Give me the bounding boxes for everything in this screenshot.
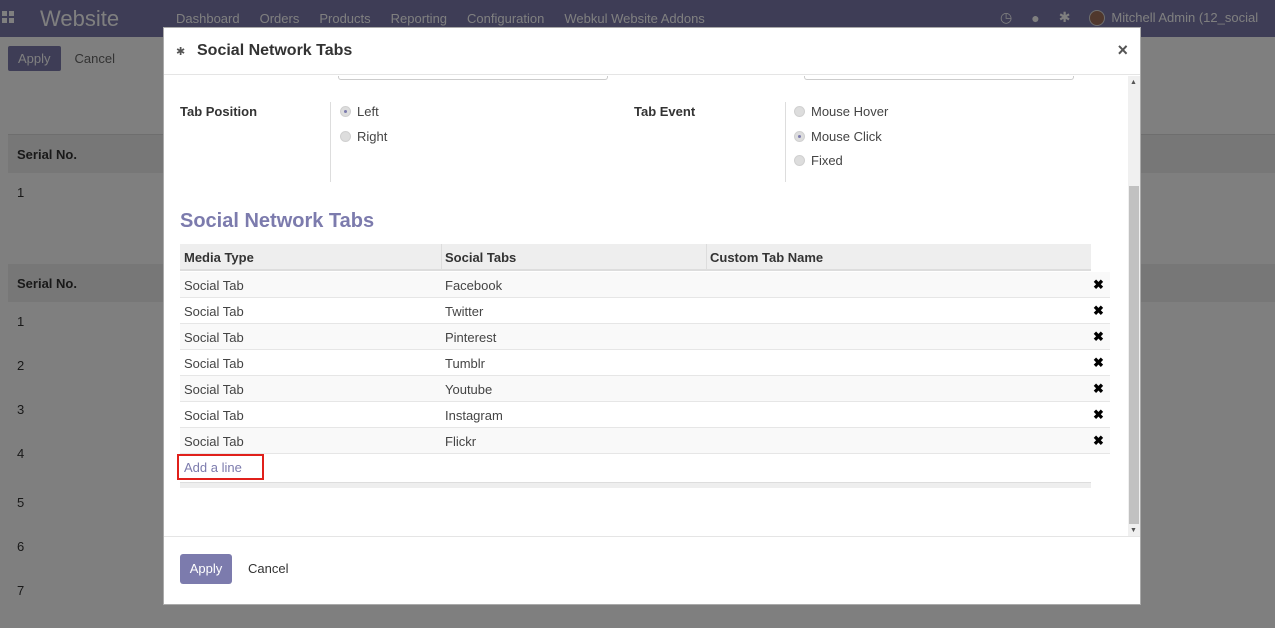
- radio-fixed-label: Fixed: [811, 153, 843, 168]
- bug-icon: ✱: [176, 46, 186, 58]
- delete-row-icon[interactable]: ✖: [1093, 303, 1104, 319]
- tab-event-mouse-hover-option[interactable]: Mouse Hover: [794, 104, 888, 119]
- column-divider: [706, 244, 707, 271]
- table-row[interactable]: Social Tab Tumblr ✖: [180, 350, 1110, 376]
- column-header-social-tabs[interactable]: Social Tabs: [445, 250, 516, 265]
- social-tab-cell: Twitter: [445, 304, 484, 319]
- delete-row-icon[interactable]: ✖: [1093, 433, 1104, 449]
- media-type-cell: Social Tab: [184, 304, 244, 319]
- radio-left[interactable]: [340, 106, 351, 117]
- radio-left-label: Left: [357, 104, 379, 119]
- input-field-bottom[interactable]: [338, 76, 608, 80]
- tab-position-label: Tab Position: [180, 104, 258, 119]
- input-field-bottom[interactable]: [804, 76, 1074, 80]
- column-header-media-type[interactable]: Media Type: [184, 250, 254, 265]
- social-tab-cell: Flickr: [445, 434, 477, 449]
- tab-position-left-option[interactable]: Left: [340, 104, 379, 119]
- table-row[interactable]: Social Tab Youtube ✖: [180, 376, 1110, 402]
- add-line-row: Add a line: [177, 454, 1110, 480]
- dialog-title: Social Network Tabs: [197, 42, 353, 59]
- field-divider: [330, 102, 331, 182]
- social-tab-cell: Instagram: [445, 408, 503, 423]
- section-title: Social Network Tabs: [180, 210, 375, 232]
- tab-event-label: Tab Event: [634, 104, 696, 119]
- radio-mouse-click-label: Mouse Click: [811, 129, 882, 144]
- table-footer: [180, 482, 1091, 488]
- delete-row-icon[interactable]: ✖: [1093, 381, 1104, 397]
- table-header: Media Type Social Tabs Custom Tab Name: [180, 244, 1091, 271]
- add-line-link[interactable]: Add a line: [177, 454, 264, 480]
- table-row[interactable]: Social Tab Instagram ✖: [180, 402, 1110, 428]
- radio-fixed[interactable]: [794, 155, 805, 166]
- field-divider: [785, 102, 786, 182]
- table-row[interactable]: Social Tab Pinterest ✖: [180, 324, 1110, 350]
- apply-button[interactable]: Apply: [180, 554, 232, 584]
- media-type-cell: Social Tab: [184, 356, 244, 371]
- social-tab-cell: Tumblr: [445, 356, 485, 371]
- delete-row-icon[interactable]: ✖: [1093, 329, 1104, 345]
- table-row[interactable]: Social Tab Twitter ✖: [180, 298, 1110, 324]
- delete-row-icon[interactable]: ✖: [1093, 407, 1104, 423]
- radio-right[interactable]: [340, 131, 351, 142]
- close-icon[interactable]: ×: [1117, 40, 1128, 61]
- social-tab-cell: Facebook: [445, 278, 503, 293]
- dialog-footer: Apply Cancel: [164, 536, 1140, 605]
- radio-mouse-hover-label: Mouse Hover: [811, 104, 889, 119]
- scroll-thumb[interactable]: [1129, 186, 1139, 524]
- media-type-cell: Social Tab: [184, 278, 244, 293]
- column-header-custom-tab-name[interactable]: Custom Tab Name: [710, 250, 823, 265]
- cancel-button[interactable]: Cancel: [248, 561, 288, 576]
- scroll-up-icon[interactable]: ▲: [1130, 79, 1137, 86]
- social-tab-cell: Pinterest: [445, 330, 497, 345]
- radio-mouse-click[interactable]: [794, 131, 805, 142]
- table-body: Social Tab Facebook ✖ Social Tab Twitter…: [177, 272, 1110, 480]
- scroll-down-icon[interactable]: ▼: [1130, 527, 1137, 534]
- table-row[interactable]: Social Tab Facebook ✖: [180, 272, 1110, 298]
- radio-right-label: Right: [357, 129, 388, 144]
- social-network-tabs-dialog: ✱ Social Network Tabs × Tab Position Lef…: [163, 27, 1141, 605]
- dialog-scrollbar[interactable]: ▲ ▼: [1128, 76, 1140, 536]
- delete-row-icon[interactable]: ✖: [1093, 277, 1104, 293]
- radio-mouse-hover[interactable]: [794, 106, 805, 117]
- media-type-cell: Social Tab: [184, 382, 244, 397]
- social-tab-cell: Youtube: [445, 382, 493, 397]
- dialog-header: ✱ Social Network Tabs ×: [164, 28, 1140, 75]
- media-type-cell: Social Tab: [184, 408, 244, 423]
- tab-event-mouse-click-option[interactable]: Mouse Click: [794, 129, 882, 144]
- tab-event-fixed-option[interactable]: Fixed: [794, 153, 843, 168]
- table-row[interactable]: Social Tab Flickr ✖: [180, 428, 1110, 454]
- column-divider: [441, 244, 442, 271]
- tab-position-right-option[interactable]: Right: [340, 129, 387, 144]
- dialog-body: Tab Position Left Right Tab Event Mouse …: [164, 76, 1128, 536]
- media-type-cell: Social Tab: [184, 330, 244, 345]
- delete-row-icon[interactable]: ✖: [1093, 355, 1104, 371]
- media-type-cell: Social Tab: [184, 434, 244, 449]
